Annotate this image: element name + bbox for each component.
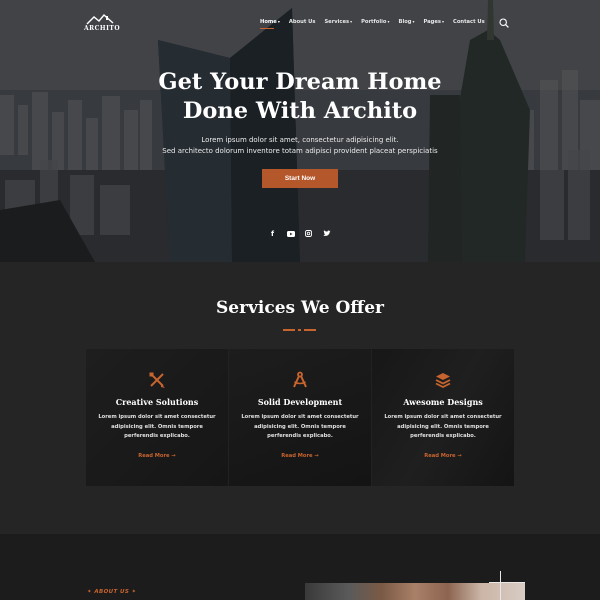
read-more-link[interactable]: Read More → — [229, 453, 371, 459]
about-label-text: ABOUT US — [94, 589, 130, 595]
read-more-label: Read More — [281, 453, 313, 459]
nav-item-label: Blog — [398, 19, 412, 25]
card-text: Lorem ipsum dolor sit amet consectetur a… — [384, 414, 502, 439]
service-card[interactable]: Creative Solutions Lorem ipsum dolor sit… — [86, 349, 229, 486]
arrow-right-icon: → — [314, 453, 319, 459]
card-title: Awesome Designs — [403, 397, 483, 407]
nav-item-label: Pages — [423, 19, 441, 25]
about-label: ✦ ABOUT US ✦ — [87, 589, 137, 595]
card-title: Solid Development — [257, 397, 343, 407]
hero-title-line2: Done With Archito — [182, 98, 418, 124]
read-more-link[interactable]: Read More → — [86, 453, 228, 459]
social-links: f — [268, 229, 331, 238]
nav-item-home[interactable]: Home▾ — [260, 19, 280, 29]
read-more-link[interactable]: Read More → — [372, 453, 514, 459]
card-title: Creative Solutions — [115, 397, 199, 407]
card-text: Lorem ipsum dolor sit amet consectetur a… — [98, 414, 216, 439]
service-cards: Creative Solutions Lorem ipsum dolor sit… — [86, 349, 514, 486]
read-more-label: Read More — [424, 453, 456, 459]
nav-item-portfolio[interactable]: Portfolio▾ — [361, 19, 389, 25]
nav-item-label: About Us — [288, 19, 316, 25]
services-section: Services We Offer Creative Solutions Lor… — [0, 262, 600, 534]
main-nav: ARCHITO Home▾ About Us Services▾ Portfol… — [0, 0, 600, 48]
chevron-down-icon: ▾ — [350, 19, 353, 24]
compass-icon — [293, 371, 307, 388]
arrow-right-icon: → — [171, 453, 176, 459]
nav-item-about-us[interactable]: About Us — [289, 19, 316, 25]
arrow-right-icon: → — [457, 453, 462, 459]
twitter-icon[interactable] — [322, 229, 331, 238]
hero-section: ARCHITO Home▾ About Us Services▾ Portfol… — [0, 0, 600, 262]
about-section: ✦ ABOUT US ✦ — [0, 534, 600, 600]
hero-subtitle: Lorem ipsum dolor sit amet, consectetur … — [0, 135, 600, 157]
start-now-button[interactable]: Start Now — [262, 169, 338, 188]
hero-sub-line2: Sed architecto dolorum inventore totam a… — [162, 147, 438, 155]
frame-line-horizontal — [489, 582, 525, 583]
hero-title-line1: Get Your Dream Home — [158, 69, 442, 95]
hero-sub-line1: Lorem ipsum dolor sit amet, consectetur … — [201, 136, 399, 144]
service-card[interactable]: Solid Development Lorem ipsum dolor sit … — [229, 349, 372, 486]
nav-item-blog[interactable]: Blog▾ — [398, 19, 414, 25]
nav-item-label: Home — [260, 19, 277, 25]
chevron-down-icon: ▾ — [277, 19, 280, 24]
section-title: Services We Offer — [215, 298, 385, 318]
nav-item-pages[interactable]: Pages▾ — [424, 19, 445, 25]
youtube-icon[interactable] — [286, 229, 295, 238]
instagram-icon[interactable] — [304, 229, 313, 238]
about-image — [305, 583, 525, 600]
nav-item-label: Services — [324, 19, 350, 25]
logo-text[interactable]: ARCHITO — [84, 25, 120, 32]
nav-item-label: Contact Us — [453, 19, 485, 25]
read-more-label: Read More — [138, 453, 170, 459]
title-divider — [283, 328, 317, 331]
nav-item-contact-us[interactable]: Contact Us — [453, 19, 485, 25]
chevron-down-icon: ▾ — [442, 19, 445, 24]
nav-menu: Home▾ About Us Services▾ Portfolio▾ Blog… — [260, 19, 485, 29]
layers-icon — [435, 373, 451, 389]
chevron-down-icon: ▾ — [412, 19, 415, 24]
card-text: Lorem ipsum dolor sit amet consectetur a… — [241, 414, 359, 439]
chevron-down-icon: ▾ — [387, 19, 390, 24]
search-icon[interactable] — [499, 18, 509, 28]
service-card[interactable]: Awesome Designs Lorem ipsum dolor sit am… — [372, 349, 514, 486]
frame-line-vertical — [500, 571, 501, 600]
pencil-ruler-icon — [149, 372, 165, 388]
nav-item-label: Portfolio — [361, 19, 387, 25]
facebook-icon[interactable]: f — [268, 229, 277, 238]
hero-title: Get Your Dream Home Done With Archito — [0, 68, 600, 126]
nav-item-services[interactable]: Services▾ — [324, 19, 352, 25]
